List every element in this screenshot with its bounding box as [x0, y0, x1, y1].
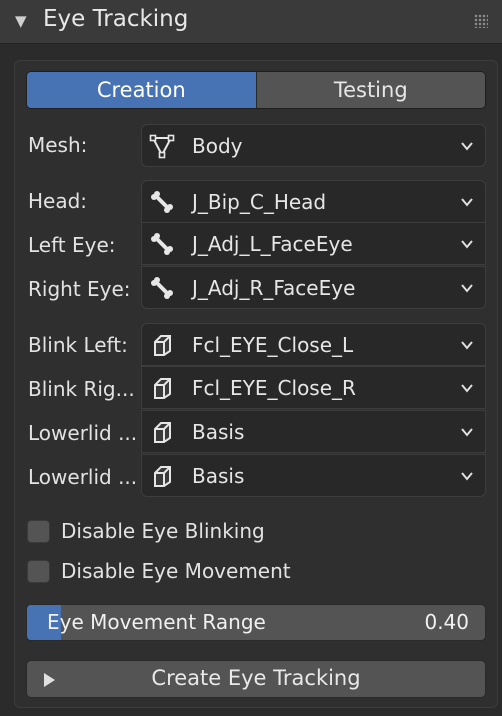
panel-header[interactable]: ▼ Eye Tracking: [0, 0, 502, 44]
drag-grip-icon[interactable]: [474, 14, 488, 28]
head-label: Head:: [28, 189, 88, 213]
disable-movement-row[interactable]: Disable Eye Movement: [27, 558, 291, 584]
chevron-down-icon: [461, 283, 473, 293]
head-bone-dropdown[interactable]: J_Bip_C_Head: [141, 180, 486, 223]
mesh-dropdown[interactable]: Body: [141, 124, 486, 167]
disable-movement-checkbox[interactable]: [27, 559, 50, 583]
slider-label: Eye Movement Range: [47, 610, 266, 634]
left-eye-label: Left Eye:: [28, 233, 116, 257]
lowerlid-right-value: Basis: [192, 463, 245, 488]
panel-title: Eye Tracking: [43, 6, 189, 32]
disable-blinking-checkbox[interactable]: [27, 519, 50, 543]
right-eye-bone-dropdown[interactable]: J_Adj_R_FaceEye: [141, 266, 486, 309]
bone-icon: [149, 231, 175, 257]
lowerlid-left-label: Lowerlid ...: [28, 421, 138, 445]
bone-icon: [149, 275, 175, 301]
chevron-down-icon: [461, 239, 473, 249]
chevron-down-icon: [461, 471, 473, 481]
blink-right-value: Fcl_EYE_Close_R: [192, 375, 356, 400]
mode-tabs: Creation Testing: [26, 71, 486, 109]
tab-creation[interactable]: Creation: [27, 72, 256, 108]
shape-key-icon: [149, 419, 175, 445]
blink-right-dropdown[interactable]: Fcl_EYE_Close_R: [141, 366, 486, 409]
right-eye-bone-value: J_Adj_R_FaceEye: [192, 275, 356, 300]
mesh-value: Body: [192, 133, 243, 158]
mesh-label: Mesh:: [28, 133, 88, 157]
create-eye-tracking-label: Create Eye Tracking: [151, 666, 361, 690]
chevron-down-icon: [461, 383, 473, 393]
chevron-down-icon: [461, 141, 473, 151]
right-eye-label: Right Eye:: [28, 277, 131, 301]
left-eye-bone-value: J_Adj_L_FaceEye: [192, 231, 353, 256]
create-eye-tracking-button[interactable]: Create Eye Tracking: [26, 660, 486, 698]
chevron-down-icon: [461, 197, 473, 207]
shape-key-icon: [149, 375, 175, 401]
blink-left-dropdown[interactable]: Fcl_EYE_Close_L: [141, 323, 486, 366]
lowerlid-right-dropdown[interactable]: Basis: [141, 454, 486, 497]
blink-left-label: Blink Left:: [28, 333, 128, 357]
bone-icon: [149, 189, 175, 215]
head-bone-value: J_Bip_C_Head: [192, 189, 327, 214]
disable-blinking-label: Disable Eye Blinking: [61, 519, 265, 543]
shape-key-icon: [149, 332, 175, 358]
slider-value: 0.40: [424, 610, 469, 634]
disable-blinking-row[interactable]: Disable Eye Blinking: [27, 518, 265, 544]
mesh-icon: [149, 133, 175, 159]
triangle-down-icon[interactable]: ▼: [15, 12, 27, 30]
chevron-down-icon: [461, 340, 473, 350]
blink-left-value: Fcl_EYE_Close_L: [192, 332, 354, 357]
lowerlid-left-dropdown[interactable]: Basis: [141, 410, 486, 453]
blink-right-label: Blink Rig...: [28, 377, 135, 401]
chevron-down-icon: [461, 427, 473, 437]
lowerlid-left-value: Basis: [192, 419, 245, 444]
left-eye-bone-dropdown[interactable]: J_Adj_L_FaceEye: [141, 222, 486, 265]
eye-movement-range-slider[interactable]: Eye Movement Range 0.40: [26, 604, 486, 641]
lowerlid-right-label: Lowerlid ...: [28, 465, 138, 489]
shape-key-icon: [149, 463, 175, 489]
disable-movement-label: Disable Eye Movement: [61, 559, 291, 583]
tab-testing[interactable]: Testing: [255, 72, 485, 108]
